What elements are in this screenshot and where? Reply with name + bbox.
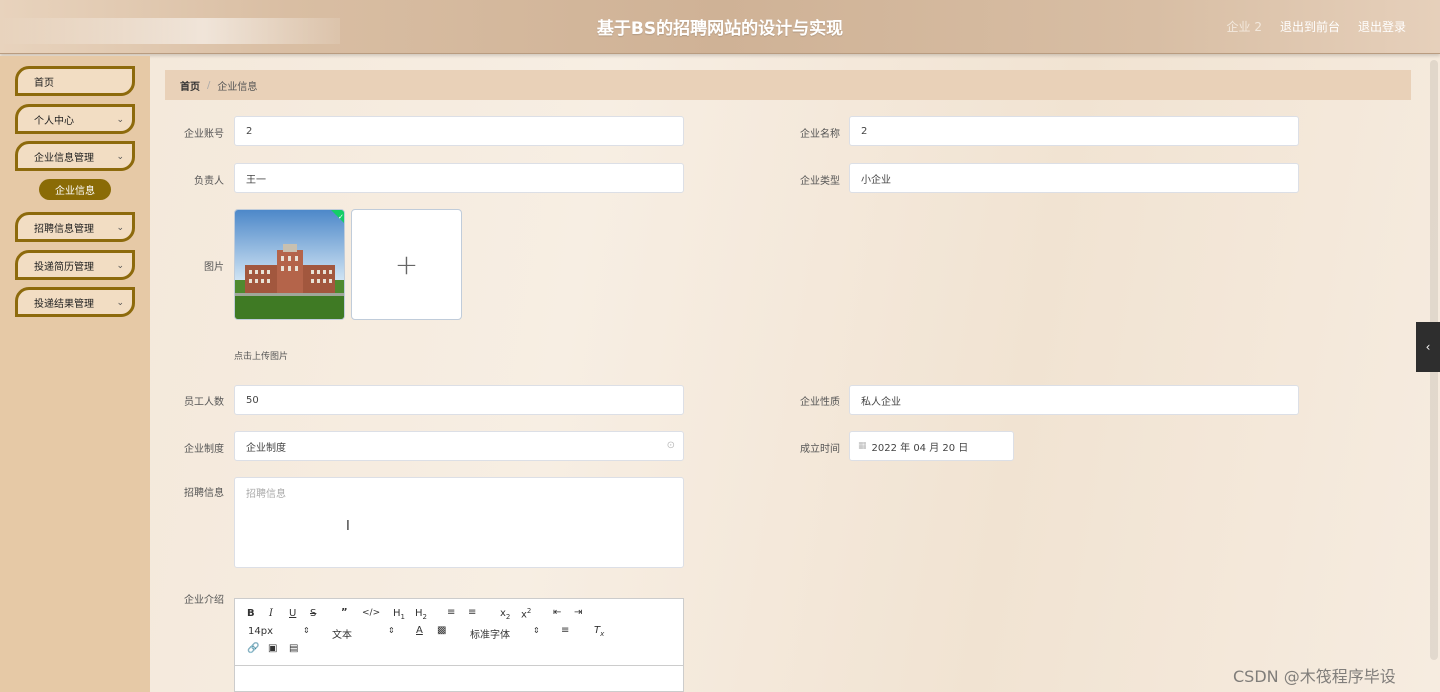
system-label: 企业制度 <box>184 444 224 455</box>
image-icon[interactable]: ▣ <box>268 643 277 654</box>
sidebar-item-company-info-mgmt[interactable]: 企业信息管理 ⌄ <box>15 141 135 171</box>
code-icon[interactable]: </> <box>362 608 380 618</box>
heading1-icon[interactable]: H1 <box>393 608 405 621</box>
side-panel-toggle[interactable]: ‹ <box>1416 322 1440 372</box>
csdn-watermark: CSDN @木筏程序毕设 <box>1233 667 1396 686</box>
font-color-icon[interactable]: A <box>416 625 423 636</box>
editor-toolbar: B I U S ” </> H1 H2 ≡ ≡ x2 x2 ⇤ ⇥ 14px ⇕… <box>235 599 683 666</box>
owner-label: 负责人 <box>194 176 224 187</box>
breadcrumb-home[interactable]: 首页 <box>180 78 200 93</box>
italic-icon[interactable]: I <box>269 608 273 619</box>
blockquote-icon[interactable]: ” <box>341 607 348 618</box>
image-label: 图片 <box>204 262 224 273</box>
logout-link[interactable]: 退出登录 <box>1358 18 1406 35</box>
sidebar-item-result-mgmt[interactable]: 投递结果管理 ⌄ <box>15 287 135 317</box>
chevron-updown-icon: ⇕ <box>303 626 310 635</box>
sidebar-subitem-company-info[interactable]: 企业信息 <box>39 179 111 200</box>
recruit-info-textarea[interactable]: 招聘信息 <box>234 477 684 568</box>
calendar-icon: ▦ <box>858 441 867 451</box>
paragraph-select[interactable]: 文本 <box>332 626 352 641</box>
company-type-value: 小企业 <box>861 174 891 186</box>
company-system-value: 企业制度 <box>246 442 286 454</box>
company-nature-label: 企业性质 <box>800 397 840 408</box>
recruit-label: 招聘信息 <box>184 488 224 499</box>
rich-text-editor[interactable]: B I U S ” </> H1 H2 ≡ ≡ x2 x2 ⇤ ⇥ 14px ⇕… <box>234 598 684 692</box>
company-name-label: 企业名称 <box>800 129 840 140</box>
link-icon[interactable]: 🔗 <box>247 643 259 654</box>
sidebar-item-personal-center[interactable]: 个人中心 ⌄ <box>15 104 135 134</box>
align-icon[interactable]: ≡ <box>561 625 569 636</box>
plus-icon: + <box>394 248 419 281</box>
staff-count-field[interactable]: 50 <box>234 385 684 415</box>
chevron-down-icon: ⌄ <box>116 298 124 308</box>
owner-field[interactable]: 王一 <box>234 163 684 193</box>
breadcrumb-separator: / <box>207 79 211 91</box>
breadcrumb: 首页 / 企业信息 <box>165 70 1411 100</box>
chevron-down-icon: ⌄ <box>116 115 124 125</box>
company-system-field[interactable]: 企业制度 ⊙ <box>234 431 684 461</box>
sidebar-item-label: 投递简历管理 <box>34 261 94 273</box>
sidebar-item-recruit-mgmt[interactable]: 招聘信息管理 ⌄ <box>15 212 135 242</box>
founded-label: 成立时间 <box>800 444 840 455</box>
bullet-list-icon[interactable]: ≡ <box>468 607 476 618</box>
breadcrumb-current: 企业信息 <box>217 81 258 93</box>
indent-icon[interactable]: ⇥ <box>574 607 582 618</box>
sidebar-item-resume-mgmt[interactable]: 投递简历管理 ⌄ <box>15 250 135 280</box>
top-header: 基于BS的招聘网站的设计与实现 企业 2 退出到前台 退出登录 <box>0 0 1440 54</box>
company-name-field[interactable]: 2 <box>849 116 1299 146</box>
site-title: 基于BS的招聘网站的设计与实现 <box>596 19 844 39</box>
text-cursor-icon: I <box>346 519 350 534</box>
company-type-field[interactable]: 小企业 <box>849 163 1299 193</box>
video-icon[interactable]: ▤ <box>289 643 298 654</box>
sidebar-item-label: 投递结果管理 <box>34 298 94 310</box>
company-name-value: 2 <box>861 125 868 137</box>
back-to-front-link[interactable]: 退出到前台 <box>1280 18 1340 35</box>
recruit-info-placeholder: 招聘信息 <box>246 489 286 500</box>
chevron-updown-icon: ⇕ <box>533 626 540 635</box>
sidebar-item-label: 个人中心 <box>34 115 74 127</box>
clear-format-icon[interactable]: Tx <box>594 625 604 638</box>
chevron-down-icon: ⌄ <box>116 152 124 162</box>
ordered-list-icon[interactable]: ≡ <box>447 607 455 618</box>
current-user: 企业 2 <box>1226 20 1262 34</box>
owner-value: 王一 <box>246 174 266 186</box>
sidebar-item-home[interactable]: 首页 <box>15 66 135 96</box>
intro-label: 企业介绍 <box>184 595 224 606</box>
account-label: 企业账号 <box>184 129 224 140</box>
sidebar-item-label: 招聘信息管理 <box>34 223 94 235</box>
staff-count-value: 50 <box>246 394 259 406</box>
chevron-updown-icon: ⇕ <box>388 626 395 635</box>
campus-building-image: ✓ <box>235 210 344 319</box>
company-nature-value: 私人企业 <box>861 396 901 408</box>
subscript-icon[interactable]: x2 <box>500 608 510 621</box>
account-field[interactable]: 2 <box>234 116 684 146</box>
chevron-down-icon: ⌄ <box>116 261 124 271</box>
chevron-down-icon: ⌄ <box>116 223 124 233</box>
outdent-icon[interactable]: ⇤ <box>553 607 561 618</box>
heading2-icon[interactable]: H2 <box>415 608 427 621</box>
upload-add-button[interactable]: + <box>351 209 462 320</box>
chevron-left-icon: ‹ <box>1425 340 1431 354</box>
svg-text:✓: ✓ <box>338 213 344 221</box>
font-size-select[interactable]: 14px <box>248 626 273 637</box>
founded-date-value: 2022 年 04 月 20 日 <box>871 442 969 454</box>
company-type-label: 企业类型 <box>800 176 840 187</box>
clear-circle-icon[interactable]: ⊙ <box>667 440 675 451</box>
sidebar-item-label: 企业信息管理 <box>34 152 94 164</box>
background-color-icon[interactable]: ▩ <box>437 625 446 636</box>
company-nature-field[interactable]: 私人企业 <box>849 385 1299 415</box>
uploaded-image-thumbnail[interactable]: ✓ <box>234 209 345 320</box>
founded-date-picker[interactable]: ▦ 2022 年 04 月 20 日 <box>849 431 1014 461</box>
font-family-select[interactable]: 标准字体 <box>470 626 510 641</box>
sidebar-item-label: 首页 <box>34 77 54 89</box>
superscript-icon[interactable]: x2 <box>521 607 531 620</box>
header-nav: 企业 2 退出到前台 退出登录 <box>1227 18 1406 35</box>
underline-icon[interactable]: U <box>289 608 296 619</box>
account-value: 2 <box>246 125 253 137</box>
upload-tip: 点击上传图片 <box>234 352 289 362</box>
bold-icon[interactable]: B <box>247 608 255 619</box>
strike-icon[interactable]: S <box>310 608 316 619</box>
staff-label: 员工人数 <box>184 397 224 408</box>
